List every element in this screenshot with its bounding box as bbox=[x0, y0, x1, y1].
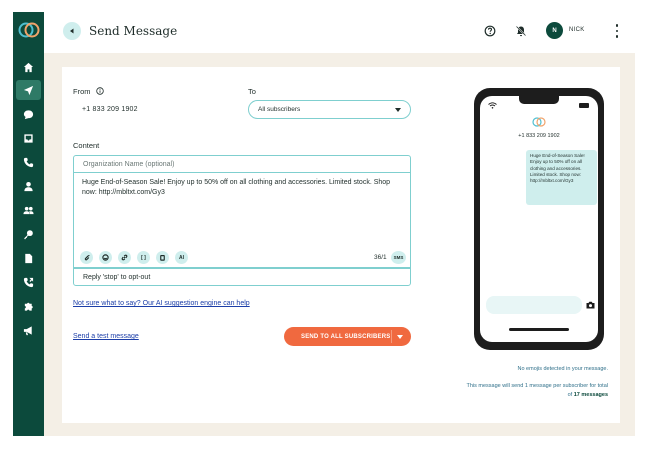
emoji-status-note: No emojis detected in your message. bbox=[517, 366, 609, 372]
home-indicator bbox=[509, 328, 569, 331]
message-count-note: This message will send 1 message per sub… bbox=[462, 382, 608, 400]
optout-text[interactable]: Reply 'stop' to opt-out bbox=[73, 268, 411, 286]
ai-button[interactable]: AI bbox=[175, 251, 188, 264]
chat-icon bbox=[23, 109, 34, 119]
sidebar-item-home[interactable] bbox=[16, 57, 41, 77]
inbox-icon bbox=[24, 133, 33, 143]
sidebar-item-inbox[interactable] bbox=[16, 128, 41, 148]
sidebar-item-groups[interactable] bbox=[16, 200, 41, 220]
send-to-all-button[interactable]: SEND TO ALL SUBSCRIBERS bbox=[284, 327, 411, 346]
kebab-dot bbox=[615, 35, 619, 38]
sidebar-item-chat[interactable] bbox=[16, 104, 41, 124]
back-button[interactable] bbox=[63, 22, 81, 40]
sidebar bbox=[13, 12, 44, 436]
content-label: Content bbox=[73, 141, 100, 150]
user-icon bbox=[24, 181, 33, 191]
app-logo-icon[interactable] bbox=[17, 21, 41, 39]
sidebar-item-contacts[interactable] bbox=[16, 176, 41, 196]
sidebar-item-keywords[interactable] bbox=[16, 224, 41, 244]
user-name[interactable]: NICK bbox=[569, 27, 585, 33]
brand-logo-icon bbox=[532, 117, 546, 127]
attach-button[interactable] bbox=[80, 251, 93, 264]
clipboard-icon bbox=[160, 255, 165, 261]
caret-down-icon bbox=[395, 108, 401, 112]
toolbar-divider bbox=[73, 267, 411, 268]
app-window: Send Message N NICK From +1 833 209 1902… bbox=[13, 12, 635, 436]
recipients-select-value: All subscribers bbox=[258, 106, 301, 113]
chevron-left-icon bbox=[70, 28, 74, 34]
sidebar-item-integrations[interactable] bbox=[16, 296, 41, 316]
phone-notch bbox=[519, 96, 559, 104]
phone-screen: +1 833 209 1902 Huge End-of-Season Sale!… bbox=[480, 96, 598, 342]
paperclip-icon bbox=[84, 255, 90, 261]
compose-card: From +1 833 209 1902 To All subscribers … bbox=[62, 67, 620, 423]
users-icon bbox=[23, 206, 34, 214]
link-button[interactable] bbox=[118, 251, 131, 264]
from-number: +1 833 209 1902 bbox=[82, 106, 138, 113]
from-label-text: From bbox=[73, 87, 91, 96]
page-title: Send Message bbox=[89, 24, 178, 38]
smiley-icon bbox=[102, 254, 109, 261]
message-count-total: 17 messages bbox=[573, 392, 608, 398]
send-test-link[interactable]: Send a test message bbox=[73, 333, 139, 340]
send-icon bbox=[23, 85, 34, 95]
ai-suggestion-link[interactable]: Not sure what to say? Our AI suggestion … bbox=[73, 300, 250, 307]
megaphone-icon bbox=[23, 325, 32, 335]
info-icon[interactable] bbox=[95, 87, 104, 95]
sms-badge: SMS bbox=[391, 251, 406, 264]
kebab-dot bbox=[615, 24, 619, 27]
sidebar-item-send[interactable] bbox=[16, 80, 41, 100]
emoji-button[interactable] bbox=[99, 251, 112, 264]
key-icon bbox=[24, 229, 33, 239]
sidebar-item-calls[interactable] bbox=[16, 152, 41, 172]
puzzle-icon bbox=[24, 302, 33, 311]
preview-reply-input bbox=[486, 296, 582, 314]
call-forward-icon bbox=[23, 277, 34, 287]
organization-name-input[interactable]: Organization Name (optional) bbox=[73, 155, 411, 173]
merge-field-button[interactable]: [ ] bbox=[137, 251, 150, 264]
top-bar: Send Message N NICK bbox=[44, 12, 635, 53]
preview-message-bubble: Huge End-of-Season Sale! Enjoy up to 50%… bbox=[526, 150, 597, 205]
user-avatar[interactable]: N bbox=[546, 22, 563, 39]
bell-off-icon[interactable] bbox=[515, 25, 527, 37]
sidebar-item-documents[interactable] bbox=[16, 248, 41, 268]
from-label: From bbox=[73, 87, 104, 96]
wifi-icon bbox=[488, 102, 497, 109]
help-icon[interactable] bbox=[484, 25, 496, 37]
link-icon bbox=[121, 254, 128, 261]
sidebar-item-campaigns[interactable] bbox=[16, 320, 41, 340]
sidebar-item-call-forward[interactable] bbox=[16, 272, 41, 292]
battery-icon bbox=[579, 103, 589, 108]
kebab-dot bbox=[615, 29, 619, 33]
phone-icon bbox=[23, 157, 34, 167]
document-icon bbox=[25, 253, 33, 263]
split-divider bbox=[391, 330, 392, 343]
camera-icon bbox=[586, 301, 595, 309]
template-button[interactable] bbox=[156, 251, 169, 264]
to-label: To bbox=[248, 87, 256, 96]
phone-preview: +1 833 209 1902 Huge End-of-Season Sale!… bbox=[474, 88, 604, 350]
recipients-select[interactable]: All subscribers bbox=[248, 100, 411, 119]
send-to-all-label: SEND TO ALL SUBSCRIBERS bbox=[301, 333, 391, 340]
caret-down-icon[interactable] bbox=[397, 335, 403, 339]
more-menu-icon[interactable] bbox=[614, 23, 620, 39]
preview-sender-number: +1 833 209 1902 bbox=[518, 133, 560, 139]
character-counter: 36/1 bbox=[374, 254, 387, 261]
home-icon bbox=[23, 62, 34, 72]
